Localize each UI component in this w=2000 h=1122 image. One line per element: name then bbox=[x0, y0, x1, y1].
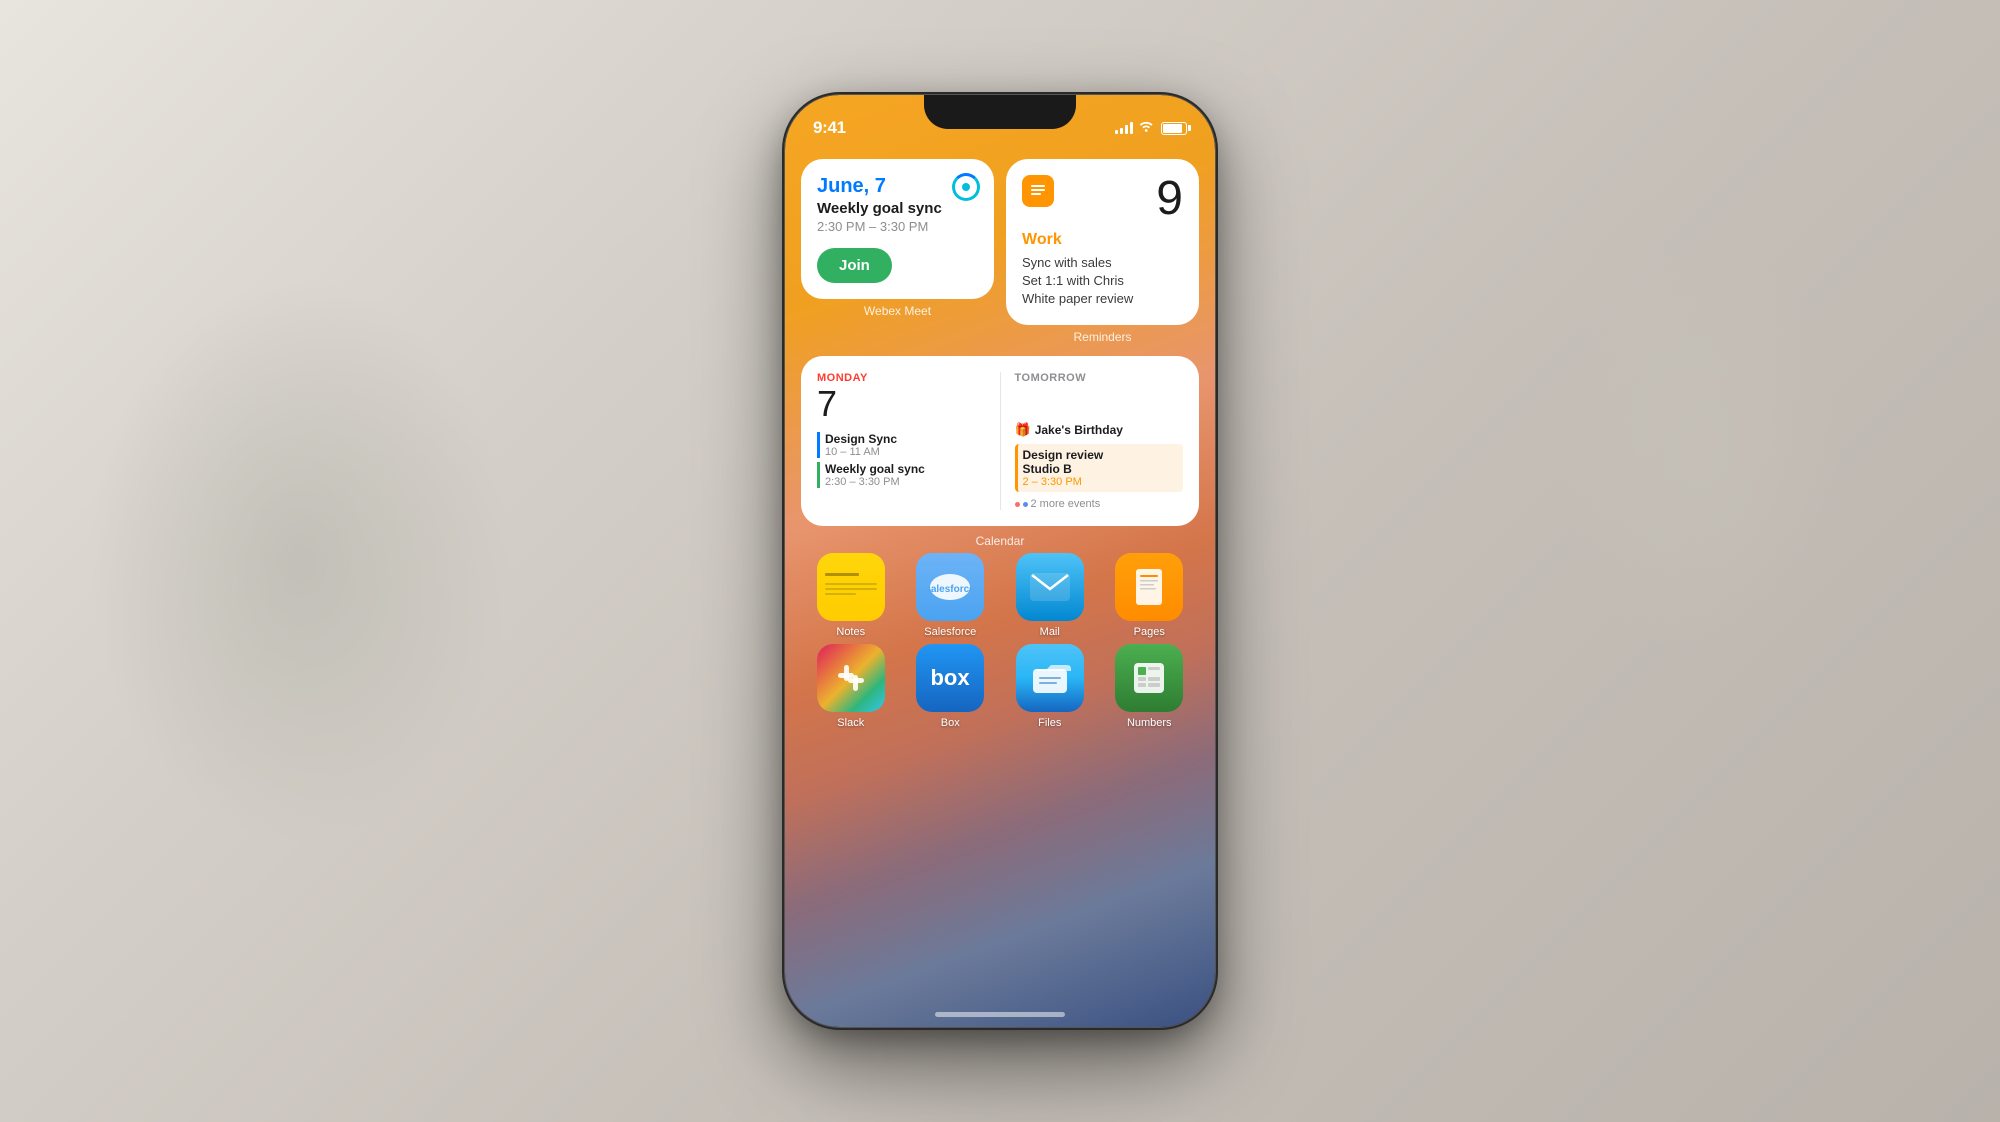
reminders-widget[interactable]: 9 Work Sync with sales Set 1:1 with Chri… bbox=[1006, 159, 1199, 344]
home-content: June, 7 Weekly goal sync 2:30 PM – 3:30 … bbox=[785, 147, 1215, 739]
phone-screen: 9:41 bbox=[785, 95, 1215, 1027]
wifi-icon bbox=[1139, 120, 1155, 136]
battery-icon bbox=[1161, 122, 1187, 135]
birthday-text: Jake's Birthday bbox=[1035, 423, 1123, 437]
calendar-tomorrow: TOMORROW 🎁 Jake's Birthday Design review… bbox=[1001, 372, 1184, 510]
app-files[interactable]: Files bbox=[1008, 644, 1092, 729]
event-design-sync: Design Sync 10 – 11 AM bbox=[817, 432, 986, 458]
reminders-icon bbox=[1022, 175, 1054, 207]
app-grid-row1: Notes salesforce Salesforce bbox=[801, 553, 1199, 638]
reminder-item-2: Set 1:1 with Chris bbox=[1022, 273, 1183, 288]
reminder-item-1: Sync with sales bbox=[1022, 255, 1183, 270]
calendar-label: Calendar bbox=[801, 534, 1199, 548]
widget-row-1: June, 7 Weekly goal sync 2:30 PM – 3:30 … bbox=[801, 159, 1199, 344]
tomorrow-label: TOMORROW bbox=[1015, 372, 1184, 384]
svg-text:salesforce: salesforce bbox=[929, 584, 971, 595]
webex-label: Webex Meet bbox=[801, 304, 994, 318]
svg-text:box: box bbox=[931, 665, 971, 690]
webex-widget[interactable]: June, 7 Weekly goal sync 2:30 PM – 3:30 … bbox=[801, 159, 994, 344]
calendar-today: MONDAY 7 Design Sync 10 – 11 AM Weekly g… bbox=[817, 372, 1001, 510]
home-indicator[interactable] bbox=[935, 1012, 1065, 1017]
event-design-review: Design review Studio B 2 – 3:30 PM bbox=[1015, 444, 1184, 492]
phone-frame: 9:41 bbox=[785, 95, 1215, 1027]
notch bbox=[924, 95, 1076, 129]
birthday-row: 🎁 Jake's Birthday bbox=[1015, 422, 1184, 438]
reminders-category: Work bbox=[1022, 231, 1183, 249]
join-button[interactable]: Join bbox=[817, 248, 892, 283]
status-icons bbox=[1115, 120, 1187, 136]
app-slack[interactable]: Slack bbox=[809, 644, 893, 729]
status-time: 9:41 bbox=[813, 118, 846, 138]
webex-event-time: 2:30 PM – 3:30 PM bbox=[817, 219, 978, 234]
reminder-item-3: White paper review bbox=[1022, 291, 1183, 306]
reminders-count: 9 bbox=[1156, 175, 1183, 223]
app-box[interactable]: box Box bbox=[909, 644, 993, 729]
signal-icon bbox=[1115, 122, 1133, 134]
gift-icon: 🎁 bbox=[1015, 422, 1031, 438]
calendar-widget[interactable]: MONDAY 7 Design Sync 10 – 11 AM Weekly g… bbox=[801, 356, 1199, 548]
webex-event-title: Weekly goal sync bbox=[817, 200, 978, 217]
app-notes[interactable]: Notes bbox=[809, 553, 893, 638]
today-date: 7 bbox=[817, 386, 986, 422]
app-numbers[interactable]: Numbers bbox=[1108, 644, 1192, 729]
more-events: 2 more events bbox=[1015, 498, 1184, 510]
app-mail[interactable]: Mail bbox=[1008, 553, 1092, 638]
reminders-label: Reminders bbox=[1006, 330, 1199, 344]
event-weekly-goal: Weekly goal sync 2:30 – 3:30 PM bbox=[817, 462, 986, 488]
app-grid-row2: Slack box Box bbox=[801, 644, 1199, 729]
app-pages[interactable]: Pages bbox=[1108, 553, 1192, 638]
today-label: MONDAY bbox=[817, 372, 986, 384]
app-salesforce[interactable]: salesforce Salesforce bbox=[909, 553, 993, 638]
webex-icon bbox=[952, 173, 980, 201]
